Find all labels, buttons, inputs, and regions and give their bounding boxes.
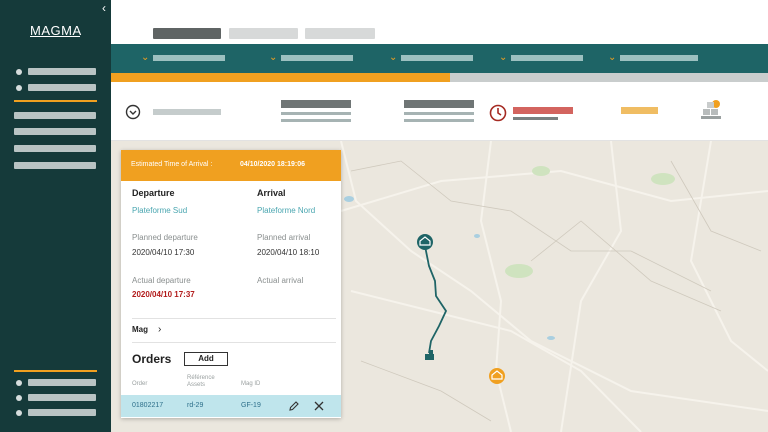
sidebar-divider	[14, 370, 97, 372]
sidebar-item-icon	[16, 69, 22, 75]
tab-active[interactable]	[153, 28, 221, 39]
delay-line	[513, 117, 558, 120]
mag-id-cell: GF-19	[241, 402, 261, 409]
tab[interactable]	[305, 28, 375, 39]
filter-dropdown[interactable]: ⌄	[269, 44, 359, 73]
filter-dropdown[interactable]: ⌄	[608, 44, 703, 73]
chevron-down-icon: ⌄	[269, 52, 278, 63]
planned-arrival-label: Planned arrival	[257, 233, 311, 242]
status-strip	[111, 82, 768, 141]
status-line	[281, 119, 351, 122]
filter-placeholder	[281, 55, 353, 61]
sidebar-item-icon	[16, 380, 22, 386]
sidebar-item[interactable]	[14, 112, 96, 119]
chevron-left-icon[interactable]: ‹	[98, 2, 110, 14]
eta-label: Estimated Time of Arrival :	[131, 161, 213, 168]
arrival-place-link[interactable]: Plateforme Nord	[257, 206, 315, 215]
column-reference: Référence Assets	[187, 375, 215, 388]
sidebar-item[interactable]	[14, 128, 96, 135]
status-value	[153, 109, 221, 115]
planned-arrival-value: 2020/04/10 18:10	[257, 248, 320, 257]
column-order: Order	[132, 381, 148, 387]
filter-dropdown[interactable]: ⌄	[389, 44, 479, 73]
actual-arrival-label: Actual arrival	[257, 276, 304, 285]
status-line	[281, 112, 351, 115]
planned-departure-label: Planned departure	[132, 233, 198, 242]
chevron-right-icon: ›	[158, 324, 162, 335]
app-logo[interactable]: MAGMA	[30, 20, 84, 42]
filter-placeholder	[511, 55, 583, 61]
filter-dropdown[interactable]: ⌄	[499, 44, 589, 73]
sidebar-item[interactable]	[14, 162, 96, 169]
divider	[132, 342, 336, 343]
sidebar-item-icon	[16, 85, 22, 91]
chevron-circle-down-icon[interactable]	[125, 104, 141, 120]
divider	[132, 318, 336, 319]
departure-place-link[interactable]: Plateforme Sud	[132, 206, 187, 215]
add-order-button[interactable]: Add	[184, 352, 228, 366]
filter-placeholder	[620, 55, 698, 61]
filter-placeholder	[153, 55, 225, 61]
status-line	[404, 119, 474, 122]
table-row[interactable]: 01802217 rd-29 GF-19	[121, 395, 341, 417]
chevron-down-icon: ⌄	[141, 52, 150, 63]
actual-departure-label: Actual departure	[132, 276, 191, 285]
chevron-down-icon: ⌄	[608, 52, 617, 63]
mag-label: Mag	[132, 325, 148, 334]
mag-toggle[interactable]: Mag ›	[132, 324, 192, 339]
orders-title: Orders	[132, 352, 172, 366]
column-mag-id: Mag ID	[241, 381, 261, 387]
order-cell: 01802217	[132, 402, 164, 409]
logo-underline	[30, 36, 80, 37]
delay-value	[513, 107, 573, 114]
filter-bar: ⌄ ⌄ ⌄ ⌄ ⌄	[111, 44, 768, 73]
sidebar-item-icon	[16, 395, 22, 401]
reference-cell: rd-29	[187, 402, 204, 409]
departure-heading: Departure	[132, 188, 175, 198]
package-pallet-icon	[701, 100, 721, 119]
sidebar-item-icon	[16, 410, 22, 416]
actual-departure-value: 2020/04/10 17:37	[132, 290, 195, 299]
shipment-card: Estimated Time of Arrival : 04/10/2020 1…	[121, 150, 341, 418]
eta-value: 04/10/2020 18:19:06	[240, 161, 305, 168]
filter-dropdown[interactable]: ⌄	[141, 44, 231, 73]
sidebar-item[interactable]	[14, 145, 96, 152]
filter-placeholder	[401, 55, 473, 61]
eta-header: Estimated Time of Arrival : 04/10/2020 1…	[121, 150, 341, 181]
status-title	[281, 100, 351, 108]
sidebar-item[interactable]	[28, 379, 96, 386]
status-title	[404, 100, 474, 108]
close-icon[interactable]	[313, 400, 325, 412]
sidebar-item[interactable]	[28, 68, 96, 75]
eta-indicator	[621, 107, 658, 114]
warehouse-marker-start[interactable]	[417, 234, 433, 250]
sidebar: MAGMA ‹	[0, 0, 111, 432]
edit-pencil-icon[interactable]	[288, 400, 300, 412]
chevron-down-icon: ⌄	[389, 52, 398, 63]
tab[interactable]	[229, 28, 298, 39]
arrival-heading: Arrival	[257, 188, 286, 198]
sidebar-item[interactable]	[28, 394, 96, 401]
clock-icon	[489, 104, 507, 122]
sidebar-item[interactable]	[28, 84, 96, 91]
planned-departure-value: 2020/04/10 17:30	[132, 248, 195, 257]
trip-progress-fill	[111, 73, 450, 82]
sidebar-item[interactable]	[28, 409, 96, 416]
sidebar-divider	[14, 100, 97, 102]
status-line	[404, 112, 474, 115]
warehouse-marker-destination[interactable]	[489, 368, 505, 384]
chevron-down-icon: ⌄	[499, 52, 508, 63]
